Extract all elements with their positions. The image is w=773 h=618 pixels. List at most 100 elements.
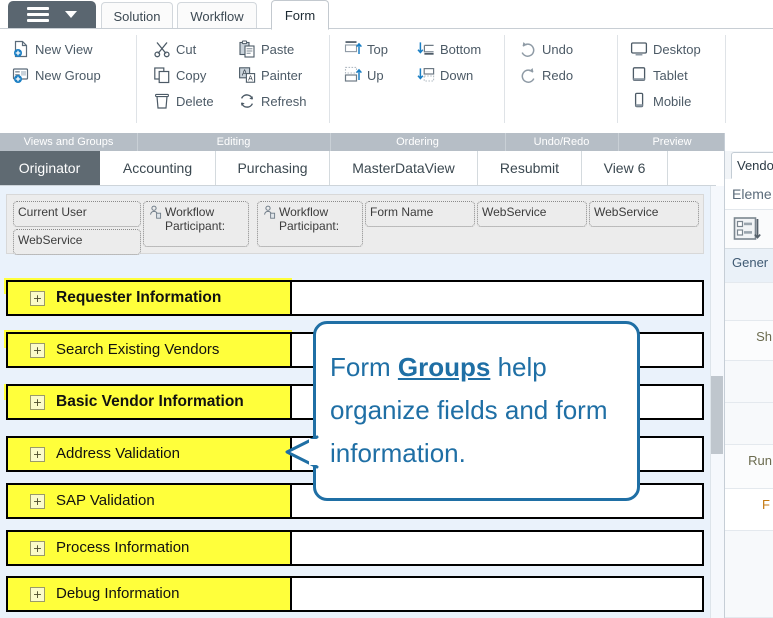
- new-group-button[interactable]: New Group: [12, 66, 101, 84]
- field-chip-label: Workflow Participant:: [165, 205, 226, 233]
- preview-desktop-label: Desktop: [653, 41, 701, 57]
- move-top-label: Top: [367, 41, 388, 57]
- callout-text-emphasis: Groups: [397, 352, 491, 382]
- delete-button[interactable]: Delete: [153, 92, 214, 110]
- form-group-row[interactable]: + Debug Information: [6, 576, 704, 612]
- preview-tablet-button[interactable]: Tablet: [630, 66, 688, 84]
- ribbon-group-preview: Desktop Tablet Mobile: [618, 29, 726, 133]
- expand-group-button[interactable]: +: [30, 494, 45, 509]
- ribbon-tab-solution[interactable]: Solution: [101, 2, 173, 29]
- clipboard-icon: [238, 40, 256, 58]
- properties-row[interactable]: [725, 283, 773, 321]
- field-chip-current-user[interactable]: Current User: [13, 201, 141, 227]
- ribbon-tab-form[interactable]: Form: [271, 0, 329, 30]
- expand-group-button[interactable]: +: [30, 291, 45, 306]
- form-view-tab-strip: Originator Accounting Purchasing MasterD…: [0, 151, 716, 186]
- preview-mobile-button[interactable]: Mobile: [630, 92, 691, 110]
- expand-group-button[interactable]: +: [30, 395, 45, 410]
- ribbon-tab-workflow[interactable]: Workflow: [177, 2, 257, 29]
- view-tab-accounting[interactable]: Accounting: [100, 151, 216, 185]
- field-chip-workflow-participant-1[interactable]: Workflow Participant:: [143, 201, 249, 247]
- expand-group-button[interactable]: +: [30, 343, 45, 358]
- properties-row-label[interactable]: Sh: [725, 321, 773, 361]
- preview-tablet-label: Tablet: [653, 67, 688, 83]
- svg-text:A: A: [248, 76, 253, 83]
- expand-group-button[interactable]: +: [30, 587, 45, 602]
- view-tab-resubmit[interactable]: Resubmit: [478, 151, 582, 185]
- ribbon-group-editing: Cut Copy Delete Paste A A Painter Refres…: [137, 29, 330, 133]
- move-top-icon: [344, 40, 362, 58]
- move-up-button[interactable]: Up: [344, 66, 384, 84]
- view-tab-view-6[interactable]: View 6: [582, 151, 668, 185]
- new-view-icon: [12, 40, 30, 58]
- cut-button[interactable]: Cut: [153, 40, 196, 58]
- new-group-icon: [12, 66, 30, 84]
- properties-row[interactable]: [725, 531, 773, 618]
- properties-row[interactable]: [725, 403, 773, 445]
- sort-properties-icon[interactable]: [733, 216, 763, 244]
- hamburger-icon: [27, 7, 49, 22]
- view-tab-originator[interactable]: Originator: [0, 151, 100, 185]
- move-down-button[interactable]: Down: [417, 66, 473, 84]
- refresh-label: Refresh: [261, 93, 307, 109]
- properties-panel-tab[interactable]: Vendo: [731, 152, 773, 179]
- ribbon-group-ordering: Top Up Bottom Down: [330, 29, 505, 133]
- move-down-icon: [417, 66, 435, 84]
- view-tab-add[interactable]: [668, 151, 716, 185]
- expand-group-button[interactable]: +: [30, 447, 45, 462]
- copy-label: Copy: [176, 67, 207, 83]
- form-group-row[interactable]: + Requester Information: [6, 280, 704, 316]
- field-chip-workflow-participant-2[interactable]: Workflow Participant:: [257, 201, 363, 247]
- menu-button[interactable]: [8, 1, 96, 28]
- form-group-label: SAP Validation: [56, 492, 155, 509]
- properties-panel-header: Eleme: [725, 179, 773, 209]
- properties-row[interactable]: [725, 361, 773, 403]
- band-divider: [505, 133, 506, 151]
- view-tab-masterdataview[interactable]: MasterDataView: [330, 151, 478, 185]
- delete-label: Delete: [176, 93, 214, 109]
- painter-button[interactable]: A A Painter: [238, 66, 302, 84]
- move-bottom-label: Bottom: [440, 41, 482, 57]
- copy-button[interactable]: Copy: [153, 66, 206, 84]
- properties-row-label[interactable]: Run: [725, 445, 773, 489]
- form-group-label: Process Information: [56, 539, 190, 556]
- scissors-icon: [153, 40, 171, 58]
- form-group-row[interactable]: + Process Information: [6, 530, 704, 566]
- field-chip-label: WebService: [482, 205, 547, 219]
- band-divider: [618, 133, 619, 151]
- field-chip-webservice-1[interactable]: WebService: [477, 201, 587, 227]
- move-bottom-button[interactable]: Bottom: [417, 40, 481, 58]
- trash-icon: [153, 92, 171, 110]
- expand-group-button[interactable]: +: [30, 541, 45, 556]
- field-chip-label: Current User: [18, 205, 87, 219]
- ribbon-group-label-band: Views and Groups Editing Ordering Undo/R…: [0, 133, 773, 151]
- canvas-vertical-scrollbar-thumb[interactable]: [711, 376, 723, 454]
- field-chip-label: Form Name: [370, 205, 434, 219]
- annotation-callout: Form Groups help organize fields and for…: [313, 321, 640, 501]
- copy-icon: [153, 66, 171, 84]
- redo-label: Redo: [542, 67, 574, 83]
- ribbon-group-label-views-and-groups: Views and Groups: [23, 136, 114, 148]
- preview-desktop-button[interactable]: Desktop: [630, 40, 701, 58]
- new-view-button[interactable]: New View: [12, 40, 93, 58]
- new-view-label: New View: [35, 41, 93, 57]
- field-chip-webservice-2[interactable]: WebService: [589, 201, 699, 227]
- paste-button[interactable]: Paste: [238, 40, 294, 58]
- form-group-label: Search Existing Vendors: [56, 341, 220, 358]
- view-tab-purchasing[interactable]: Purchasing: [216, 151, 330, 185]
- field-chip-webservice-3[interactable]: WebService: [13, 229, 141, 255]
- form-group-label: Basic Vendor Information: [56, 393, 244, 410]
- ribbon-group-label-ordering: Ordering: [396, 136, 439, 148]
- new-group-label: New Group: [35, 67, 101, 83]
- field-chip-form-name[interactable]: Form Name: [365, 201, 475, 227]
- band-divider: [330, 133, 331, 151]
- workflow-participant-icon: [262, 205, 276, 219]
- properties-row-category[interactable]: Gener: [725, 249, 773, 283]
- redo-arrow-icon: [519, 66, 537, 84]
- properties-row-value[interactable]: F: [725, 489, 773, 531]
- move-top-button[interactable]: Top: [344, 40, 388, 58]
- tablet-icon: [630, 66, 648, 84]
- redo-button[interactable]: Redo: [519, 66, 573, 84]
- refresh-button[interactable]: Refresh: [238, 92, 307, 110]
- undo-button[interactable]: Undo: [519, 40, 573, 58]
